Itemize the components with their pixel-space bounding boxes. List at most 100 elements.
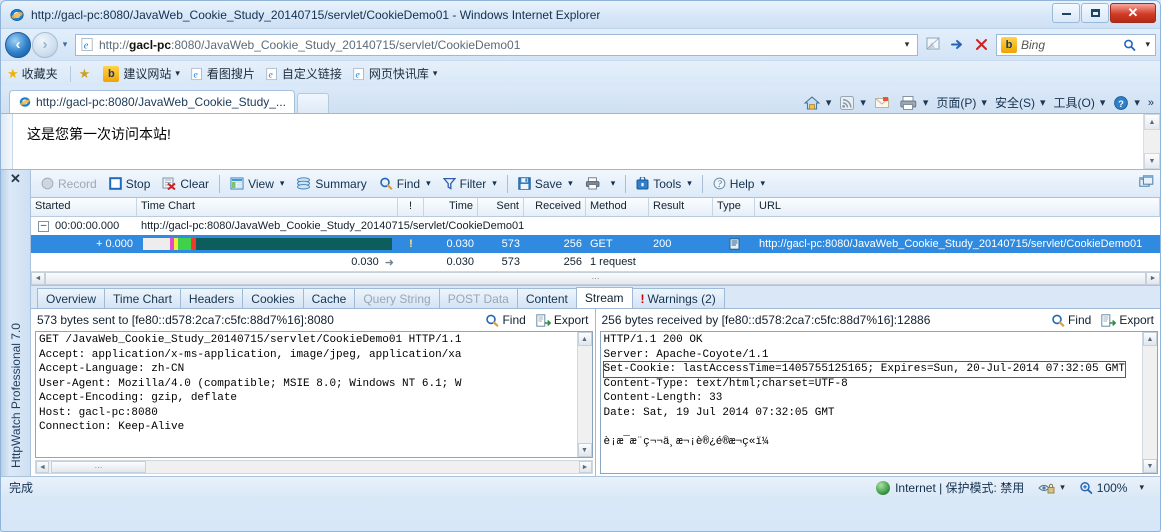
go-button[interactable] [945, 34, 969, 56]
tools-button[interactable]: Tools ▾ [630, 173, 698, 195]
request-horizontal-scrollbar[interactable]: ◄ ⋯ ► [35, 460, 593, 474]
back-button[interactable]: ‹ [5, 31, 31, 58]
chevron-down-icon[interactable]: ▾ [826, 96, 832, 109]
summary-button[interactable]: Summary [290, 173, 372, 195]
print-button[interactable]: ▾ [579, 173, 622, 195]
clear-button[interactable]: Clear [156, 173, 215, 195]
request-vertical-scrollbar[interactable]: ▲ ▼ [576, 332, 592, 457]
table-row[interactable]: + 0.000 ! 0.030 573 256 GET 200 http://g… [31, 235, 1160, 253]
page-vertical-scrollbar[interactable]: ▲ ▼ [1143, 114, 1160, 169]
chevron-down-icon[interactable]: ▾ [175, 68, 180, 79]
response-export-button[interactable]: Export [1101, 313, 1154, 327]
chevron-down-icon[interactable]: ▾ [568, 178, 573, 189]
new-tab-button[interactable] [296, 93, 329, 113]
maximize-button[interactable] [1081, 3, 1109, 23]
chevron-down-icon[interactable]: ▾ [611, 178, 616, 189]
tab-query-string[interactable]: Query String [354, 288, 440, 308]
address-input[interactable]: e http://gacl-pc:8080/JavaWeb_Cookie_Stu… [75, 33, 918, 56]
scroll-up-arrow-icon[interactable]: ▲ [577, 332, 592, 346]
add-to-favorites-bar-button[interactable]: ★ [79, 67, 94, 80]
tab-time-chart[interactable]: Time Chart [104, 288, 181, 308]
close-button[interactable]: ✕ [1110, 3, 1156, 23]
stop-button[interactable] [969, 34, 993, 56]
column-header-started[interactable]: Started [31, 198, 137, 216]
column-header-method[interactable]: Method [586, 198, 649, 216]
help-button[interactable]: ? Help ▾ [707, 173, 771, 195]
search-input[interactable]: b Bing ▾ [996, 33, 1156, 56]
tab-cookies[interactable]: Cookies [242, 288, 304, 308]
save-button[interactable]: Save ▾ [512, 173, 579, 195]
chevron-down-icon[interactable]: ▾ [923, 96, 929, 109]
scroll-down-arrow-icon[interactable]: ▼ [1144, 153, 1160, 169]
column-header-type[interactable]: Type [713, 198, 755, 216]
tab-cache[interactable]: Cache [302, 288, 356, 308]
column-header-received[interactable]: Received [524, 198, 586, 216]
grid-horizontal-scrollbar[interactable]: ◄ ⋯ ► [31, 271, 1160, 285]
forward-button[interactable]: › [32, 31, 58, 58]
chevron-down-icon[interactable]: ▾ [433, 68, 438, 79]
search-dropdown-caret[interactable]: ▾ [1145, 39, 1150, 50]
column-header-time[interactable]: Time [424, 198, 478, 216]
recent-pages-caret[interactable]: ▾ [58, 39, 72, 50]
scrollbar-thumb[interactable]: ⋯ [45, 272, 1146, 285]
record-button[interactable]: Record [35, 173, 103, 195]
table-row[interactable]: – 00:00:00.000 http://gacl-pc:8080/JavaW… [31, 217, 1160, 235]
scroll-down-arrow-icon[interactable]: ▼ [577, 443, 592, 457]
favorites-item-0[interactable]: b 建议网站 ▾ [103, 65, 180, 82]
favorites-item-3[interactable]: e 网页快讯库 ▾ [352, 65, 438, 82]
chevron-down-icon[interactable]: ▾ [1139, 482, 1144, 493]
mail-button[interactable] [874, 96, 891, 110]
print-button[interactable]: ▾ [899, 95, 929, 111]
chevron-down-icon[interactable]: ▾ [1134, 96, 1140, 109]
find-button[interactable]: Find ▾ [373, 173, 437, 195]
chevron-down-icon[interactable]: ▾ [426, 178, 431, 189]
chevron-down-icon[interactable]: ▾ [981, 96, 987, 109]
feeds-button[interactable]: ▾ [839, 95, 866, 111]
column-header-result[interactable]: Result [649, 198, 713, 216]
chevron-down-icon[interactable]: ▾ [760, 178, 765, 189]
protected-mode-indicator[interactable]: ▾ [1038, 481, 1065, 495]
favorites-item-2[interactable]: e 自定义链接 [265, 65, 342, 82]
column-header-url[interactable]: URL [755, 198, 1160, 216]
scroll-up-arrow-icon[interactable]: ▲ [1144, 114, 1160, 130]
security-zone[interactable]: Internet | 保护模式: 禁用 [876, 479, 1024, 496]
chevron-down-icon[interactable]: ▾ [1040, 96, 1046, 109]
request-find-button[interactable]: Find [485, 313, 526, 327]
view-button[interactable]: View ▾ [224, 173, 290, 195]
chevron-down-icon[interactable]: ▾ [1060, 482, 1065, 493]
scroll-right-arrow-icon[interactable]: ► [578, 461, 592, 473]
scroll-left-arrow-icon[interactable]: ◄ [31, 272, 45, 285]
filter-button[interactable]: Filter ▾ [437, 173, 503, 195]
collapse-toggle[interactable]: – [38, 220, 49, 232]
favorites-item-1[interactable]: e 看图搜片 [190, 65, 255, 82]
tab-overview[interactable]: Overview [37, 288, 106, 308]
tab-stream[interactable]: Stream [575, 287, 633, 308]
command-bar-overflow[interactable]: » [1148, 97, 1154, 109]
column-header-time-chart[interactable]: Time Chart [137, 198, 398, 216]
minimize-button[interactable] [1052, 3, 1080, 23]
tools-menu[interactable]: 工具(O) ▾ [1053, 94, 1105, 111]
column-header-warnings[interactable]: ! [398, 198, 424, 216]
request-stream-body[interactable]: GET /JavaWeb_Cookie_Study_20140715/servl… [35, 331, 593, 458]
undock-button[interactable] [1139, 175, 1154, 189]
request-export-button[interactable]: Export [536, 313, 589, 327]
column-header-sent[interactable]: Sent [478, 198, 524, 216]
address-dropdown-caret[interactable]: ▾ [899, 39, 915, 50]
chevron-down-icon[interactable]: ▾ [492, 178, 497, 189]
close-icon[interactable]: ✕ [10, 172, 21, 185]
tab-content[interactable]: Content [516, 288, 577, 308]
tab-headers[interactable]: Headers [179, 288, 244, 308]
scrollbar-thumb[interactable]: ⋯ [51, 461, 146, 473]
stop-button[interactable]: Stop [103, 173, 157, 195]
chevron-down-icon[interactable]: ▾ [687, 178, 692, 189]
scroll-down-arrow-icon[interactable]: ▼ [1143, 459, 1157, 473]
search-icon[interactable] [1117, 34, 1141, 56]
scroll-up-arrow-icon[interactable]: ▲ [1143, 332, 1157, 346]
scroll-left-arrow-icon[interactable]: ◄ [36, 461, 49, 473]
chevron-down-icon[interactable]: ▾ [860, 96, 866, 109]
compatibility-view-icon[interactable] [921, 34, 945, 56]
response-stream-body[interactable]: HTTP/1.1 200 OK Server: Apache-Coyote/1.1… [599, 331, 1158, 474]
browser-tab-0[interactable]: http://gacl-pc:8080/JavaWeb_Cookie_Study… [9, 90, 295, 113]
home-button[interactable]: ▾ [803, 95, 832, 111]
favorites-button[interactable]: ★ 收藏夹 [7, 65, 58, 82]
